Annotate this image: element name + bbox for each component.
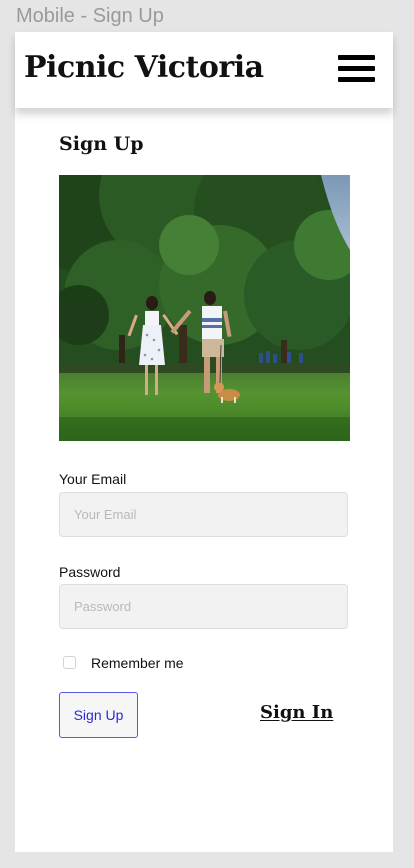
password-field[interactable]: [59, 584, 348, 629]
remember-me-checkbox[interactable]: [63, 656, 76, 669]
hero-photo-couple-with-dog: [59, 175, 350, 441]
frame-label: Mobile - Sign Up: [16, 5, 164, 27]
mobile-frame: Picnic Victoria Sign Up Your Email Your …: [15, 32, 393, 852]
sign-up-button[interactable]: Sign Up: [59, 692, 138, 738]
password-label: Password: [59, 564, 121, 580]
app-header: Picnic Victoria: [15, 32, 393, 108]
sign-in-link[interactable]: Sign In: [260, 702, 333, 723]
page-title: Sign Up: [59, 133, 144, 155]
email-field[interactable]: [59, 492, 348, 537]
hamburger-menu-icon[interactable]: [338, 55, 375, 83]
brand-title[interactable]: Picnic Victoria: [24, 50, 264, 85]
remember-me-label[interactable]: Remember me: [91, 655, 184, 671]
email-label: Your Email: [59, 471, 127, 487]
